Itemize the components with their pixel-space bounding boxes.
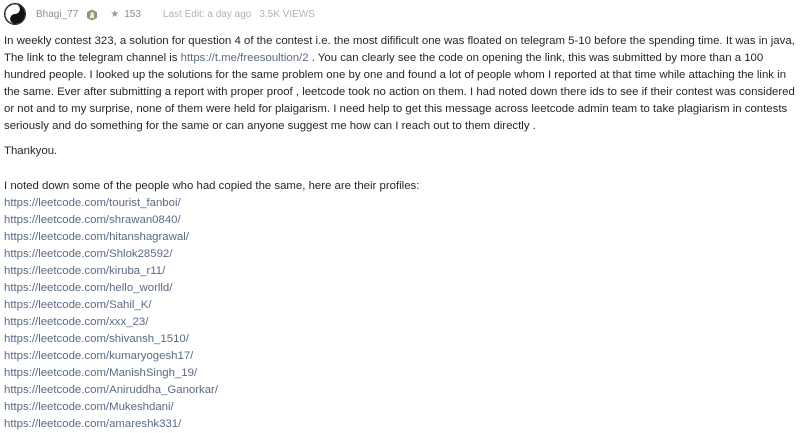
list-item: https://leetcode.com/shrawan0840/ <box>4 212 796 229</box>
thanks-paragraph: Thankyou. <box>4 145 58 157</box>
list-item: https://leetcode.com/Shlok28592/ <box>4 246 796 263</box>
profile-link-list: https://leetcode.com/tourist_fanboi/ htt… <box>4 195 796 433</box>
svg-text:0: 0 <box>14 7 17 13</box>
profile-link[interactable]: https://leetcode.com/kiruba_r11/ <box>4 265 165 277</box>
post-body: In weekly contest 323, a solution for qu… <box>4 33 796 433</box>
list-item: https://leetcode.com/Sahil_K/ <box>4 297 796 314</box>
profile-link[interactable]: https://leetcode.com/Shlok28592/ <box>4 248 172 260</box>
author-username[interactable]: Bhagi_77 <box>36 9 78 20</box>
star-icon: ★ <box>110 8 120 20</box>
intro-paragraph: In weekly contest 323, a solution for qu… <box>4 33 796 135</box>
list-item: https://leetcode.com/hitanshagrawal/ <box>4 229 796 246</box>
profile-link[interactable]: https://leetcode.com/Sahil_K/ <box>4 299 152 311</box>
profile-link[interactable]: https://leetcode.com/tourist_fanboi/ <box>4 197 181 209</box>
profile-link[interactable]: https://leetcode.com/shrawan0840/ <box>4 214 181 226</box>
profile-link[interactable]: https://leetcode.com/hitanshagrawal/ <box>4 231 189 243</box>
list-item: https://leetcode.com/kiruba_r11/ <box>4 263 796 280</box>
list-item: https://leetcode.com/Aniruddha_Ganorkar/ <box>4 382 796 399</box>
last-edit: Last Edit: a day ago <box>162 8 252 20</box>
post-header: 0 1 Bhagi_77 ★ 153 Last Edit: a day ago … <box>4 2 315 26</box>
reputation-count: 153 <box>124 8 141 20</box>
profile-link[interactable]: https://leetcode.com/amareshk331/ <box>4 418 181 430</box>
profile-link[interactable]: https://leetcode.com/Mukeshdani/ <box>4 401 174 413</box>
list-item: https://leetcode.com/shivansh_1510/ <box>4 331 796 348</box>
profile-link[interactable]: https://leetcode.com/Aniruddha_Ganorkar/ <box>4 384 218 396</box>
intro-text-part2: . You can clearly see the code on openin… <box>4 52 795 132</box>
list-item: https://leetcode.com/kumaryogesh17/ <box>4 348 796 365</box>
list-item: https://leetcode.com/tourist_fanboi/ <box>4 195 796 212</box>
reputation: ★ 153 <box>110 9 141 20</box>
list-item: https://leetcode.com/ManishSingh_19/ <box>4 365 796 382</box>
list-item: https://leetcode.com/Mukeshdani/ <box>4 399 796 416</box>
view-count: 3.5K VIEWS <box>259 8 315 20</box>
list-item: https://leetcode.com/xxx_23/ <box>4 314 796 331</box>
profile-link[interactable]: https://leetcode.com/xxx_23/ <box>4 316 148 328</box>
profile-link[interactable]: https://leetcode.com/kumaryogesh17/ <box>4 350 193 362</box>
list-item: https://leetcode.com/hello_worlld/ <box>4 280 796 297</box>
yin-yang-avatar-icon[interactable]: 0 1 <box>4 3 26 25</box>
svg-text:1: 1 <box>14 16 17 22</box>
profiles-intro: I noted down some of the people who had … <box>4 180 420 192</box>
telegram-link[interactable]: https://t.me/freesoultion/2 <box>181 52 309 64</box>
profile-link[interactable]: https://leetcode.com/hello_worlld/ <box>4 282 172 294</box>
profile-link[interactable]: https://leetcode.com/ManishSingh_19/ <box>4 367 197 379</box>
profile-link[interactable]: https://leetcode.com/shivansh_1510/ <box>4 333 189 345</box>
knight-badge-icon <box>86 8 98 21</box>
